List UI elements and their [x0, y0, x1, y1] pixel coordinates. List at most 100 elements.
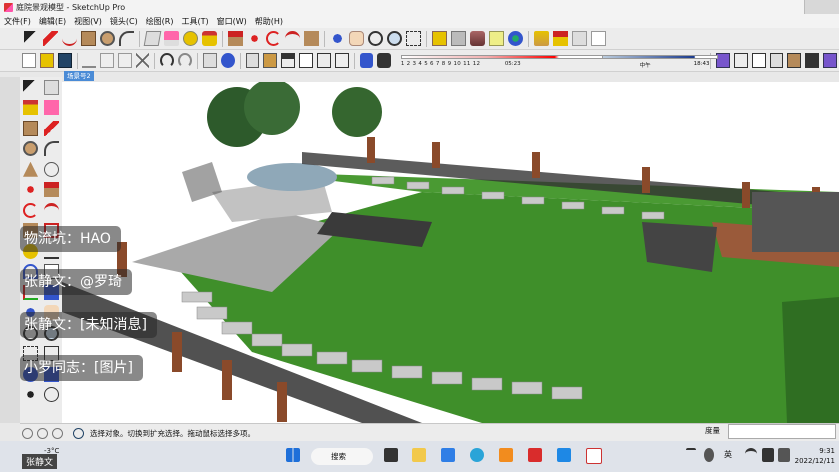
section-plane-icon[interactable]: [44, 387, 59, 403]
print-icon[interactable]: [203, 53, 218, 68]
freehand-icon[interactable]: [62, 31, 77, 46]
user-status-icon[interactable]: [52, 427, 63, 439]
geo-status-icon[interactable]: [22, 427, 33, 439]
rotate-icon[interactable]: [23, 202, 38, 218]
warehouse-icon[interactable]: [534, 31, 549, 46]
shaded-style-icon[interactable]: [769, 53, 784, 68]
model-viewport[interactable]: [62, 82, 839, 423]
section-plane-icon[interactable]: [489, 31, 504, 46]
volume-icon[interactable]: [762, 448, 774, 462]
front-view-icon[interactable]: [281, 53, 296, 68]
taskbar-clock[interactable]: 9:31 2022/12/11: [793, 446, 835, 466]
geo-location-icon[interactable]: [508, 31, 523, 46]
delete-icon[interactable]: [135, 53, 150, 68]
paint-bucket-icon[interactable]: [23, 100, 38, 116]
position-camera-icon[interactable]: [432, 31, 447, 46]
garden-model-scene[interactable]: [62, 82, 839, 423]
menu-edit[interactable]: 编辑(E): [35, 16, 70, 27]
orbit-icon[interactable]: [330, 31, 345, 46]
undo-icon[interactable]: [160, 53, 175, 68]
extra-tool-icon[interactable]: [591, 31, 606, 46]
move-icon[interactable]: [23, 182, 38, 198]
zoom-icon[interactable]: [368, 31, 383, 46]
display-shadows-icon[interactable]: [377, 53, 391, 68]
menu-draw[interactable]: 绘图(R): [142, 16, 178, 27]
shadow-settings-icon[interactable]: [359, 53, 374, 68]
daylight-slider[interactable]: 中午 18:43: [601, 52, 718, 70]
wifi-icon[interactable]: [745, 448, 757, 465]
paste-icon[interactable]: [117, 53, 132, 68]
redo-icon[interactable]: [178, 53, 193, 68]
left-view-icon[interactable]: [334, 53, 349, 68]
shadow-time-track[interactable]: [400, 54, 615, 59]
walk-icon[interactable]: [451, 31, 466, 46]
input-language[interactable]: 英: [724, 449, 732, 460]
freehand-icon[interactable]: [44, 161, 59, 177]
tape-measure-icon[interactable]: [183, 31, 198, 46]
chevron-up-icon[interactable]: [686, 448, 696, 464]
eraser-icon[interactable]: [44, 100, 59, 116]
menu-camera[interactable]: 镜头(C): [106, 16, 142, 27]
look-around-icon[interactable]: [470, 31, 485, 46]
copy-icon[interactable]: [100, 53, 114, 68]
battery-icon[interactable]: [778, 448, 790, 462]
menu-tools[interactable]: 工具(T): [178, 16, 213, 27]
polygon-icon[interactable]: [23, 161, 38, 177]
make-component-icon[interactable]: [143, 31, 162, 46]
open-folder-icon[interactable]: [39, 53, 54, 68]
windows-start-icon[interactable]: [286, 448, 300, 462]
menu-file[interactable]: 文件(F): [0, 16, 35, 27]
xray-style-icon[interactable]: [716, 53, 730, 68]
help-icon[interactable]: [73, 427, 84, 439]
shadow-time-slider[interactable]: 1 2 3 4 5 6 7 8 9 10 11 12 05:23: [400, 52, 615, 70]
push-pull-icon[interactable]: [44, 182, 59, 198]
menu-view[interactable]: 视图(V): [70, 16, 106, 27]
cut-icon[interactable]: [82, 53, 97, 68]
pencil-icon[interactable]: [44, 120, 59, 136]
circle-icon[interactable]: [23, 141, 38, 157]
scale-icon[interactable]: [304, 31, 319, 46]
right-view-icon[interactable]: [299, 53, 313, 68]
browser-icon[interactable]: [470, 448, 484, 462]
measurements-input[interactable]: [728, 424, 836, 439]
back-view-icon[interactable]: [316, 53, 331, 68]
circle-icon[interactable]: [100, 31, 115, 46]
daylight-track[interactable]: [601, 54, 718, 59]
menu-window[interactable]: 窗口(W): [213, 16, 251, 27]
menu-help[interactable]: 帮助(H): [251, 16, 287, 27]
zoom-window-icon[interactable]: [387, 31, 402, 46]
hidden-line-style-icon[interactable]: [751, 53, 766, 68]
app-orange-icon[interactable]: [499, 448, 513, 462]
app-blue2-icon[interactable]: [557, 448, 571, 462]
app-blue-icon[interactable]: [441, 448, 455, 462]
walk-icon[interactable]: [23, 387, 38, 403]
sketchup-taskbar-icon[interactable]: [586, 448, 602, 464]
extension-warehouse-icon[interactable]: [553, 31, 568, 46]
pencil-icon[interactable]: [43, 31, 58, 46]
wireframe-style-icon[interactable]: [733, 53, 748, 68]
scene-tab[interactable]: 场景号2: [64, 71, 94, 81]
textured-style-icon[interactable]: [787, 53, 802, 68]
new-file-icon[interactable]: [22, 53, 36, 68]
microphone-icon[interactable]: [704, 448, 714, 462]
rectangle-icon[interactable]: [81, 31, 96, 46]
paint-bucket-icon[interactable]: [202, 31, 217, 46]
taskbar-search[interactable]: 搜索: [311, 448, 373, 465]
pan-hand-icon[interactable]: [349, 31, 364, 46]
make-component-icon[interactable]: [44, 79, 59, 95]
style-extra-icon[interactable]: [823, 53, 837, 68]
follow-me-icon[interactable]: [44, 202, 59, 218]
select-arrow-icon[interactable]: [23, 79, 38, 95]
iso-view-icon[interactable]: [245, 53, 260, 68]
share-model-icon[interactable]: [572, 31, 587, 46]
follow-me-icon[interactable]: [285, 31, 300, 46]
task-view-icon[interactable]: [384, 448, 398, 462]
credits-status-icon[interactable]: [37, 427, 48, 439]
model-info-icon[interactable]: [221, 53, 235, 68]
rectangle-icon[interactable]: [23, 120, 38, 136]
push-pull-icon[interactable]: [228, 31, 243, 46]
file-explorer-icon[interactable]: [412, 448, 426, 462]
save-icon[interactable]: [57, 53, 72, 68]
wps-icon[interactable]: [528, 448, 542, 462]
arc-icon[interactable]: [44, 141, 59, 157]
